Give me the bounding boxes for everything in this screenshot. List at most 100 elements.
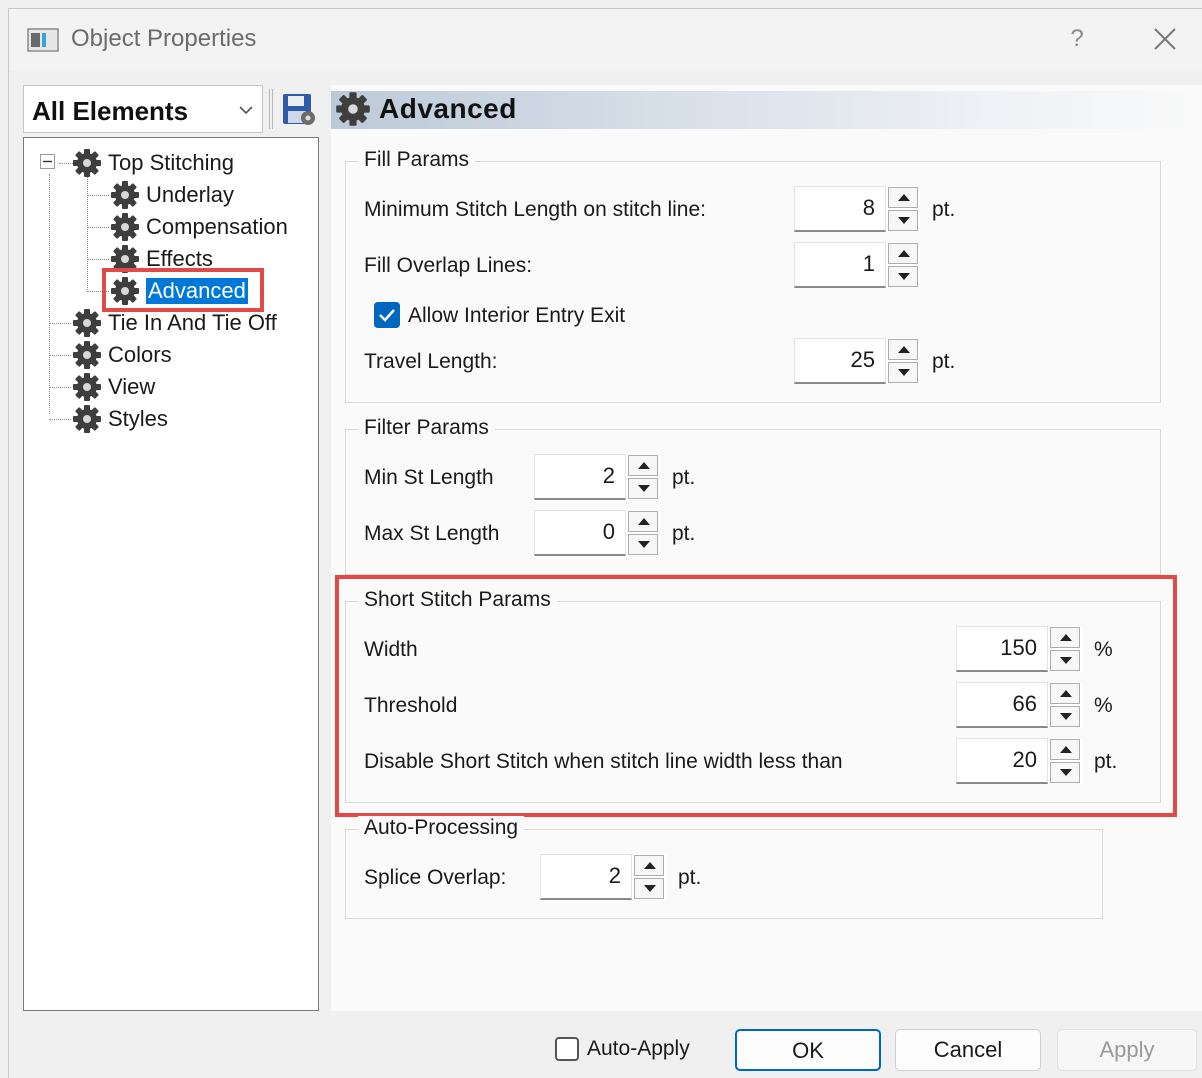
tree-connector: [49, 387, 71, 388]
min-st-length-label: Min St Length: [364, 466, 494, 489]
max-st-length-label: Max St Length: [364, 522, 500, 545]
spin-down-button[interactable]: [628, 478, 658, 499]
gear-icon: [336, 92, 370, 126]
spin-up-button[interactable]: [888, 243, 918, 264]
tree-connector: [49, 174, 50, 414]
save-style-icon[interactable]: [281, 91, 317, 127]
spin-up-button[interactable]: [634, 855, 664, 876]
splice-overlap-input[interactable]: 2: [540, 854, 632, 900]
tree-item-label: View: [108, 374, 156, 399]
spin-down-button[interactable]: [888, 210, 918, 231]
max-st-length-input[interactable]: 0: [534, 510, 626, 556]
tree-connector: [87, 259, 109, 260]
gear-icon: [111, 213, 139, 241]
fill-overlap-lines-spinner[interactable]: 1: [794, 242, 920, 288]
auto-apply-checkbox[interactable]: [555, 1037, 579, 1061]
min-st-length-spinner[interactable]: 2: [534, 454, 660, 500]
tree-item-compensation[interactable]: Compensation: [110, 211, 288, 243]
spinner-buttons: [886, 338, 920, 384]
travel-length-input[interactable]: 25: [794, 338, 886, 384]
group-title: Auto-Processing: [358, 816, 525, 840]
gear-icon: [73, 405, 101, 433]
properties-panel: Advanced Fill Params Minimum Stitch Leng…: [331, 85, 1202, 1011]
toolbar-separator: [269, 89, 273, 129]
spin-down-button[interactable]: [628, 534, 658, 555]
splice-overlap-spinner[interactable]: 2: [540, 854, 666, 900]
properties-tree[interactable]: Top Stitching Underlay Compensation Effe…: [23, 137, 319, 1011]
element-filter-value: All Elements: [32, 96, 189, 126]
window-title: Object Properties: [71, 25, 257, 52]
tree-connector: [49, 419, 71, 420]
object-properties-dialog: Object Properties ? All Elements Top Sti…: [8, 8, 1202, 1078]
max-st-length-spinner[interactable]: 0: [534, 510, 660, 556]
travel-length-label: Travel Length:: [364, 350, 498, 373]
spinner-buttons: [632, 854, 666, 900]
group-title: Filter Params: [358, 416, 495, 440]
auto-apply-label[interactable]: Auto-Apply: [587, 1037, 690, 1061]
fill-params-group: Fill Params Minimum Stitch Length on sti…: [345, 148, 1161, 403]
panel-header: Advanced: [331, 91, 1202, 129]
filter-params-group: Filter Params Min St Length 2 pt. Max St…: [345, 416, 1161, 575]
min-stitch-length-input[interactable]: 8: [794, 186, 886, 232]
ok-button[interactable]: OK: [735, 1029, 881, 1071]
tree-item-underlay[interactable]: Underlay: [110, 179, 234, 211]
spin-up-button[interactable]: [888, 187, 918, 208]
tree-connector: [49, 355, 71, 356]
gear-icon: [73, 373, 101, 401]
spin-down-button[interactable]: [634, 878, 664, 899]
chevron-down-icon: [239, 106, 253, 115]
title-bar: Object Properties ?: [9, 9, 1202, 71]
unit-label: pt.: [678, 866, 702, 889]
highlight-box-advanced: [102, 268, 264, 312]
tree-connector: [87, 174, 88, 290]
help-button[interactable]: ?: [1049, 19, 1105, 59]
collapse-icon[interactable]: [40, 154, 58, 172]
travel-length-spinner[interactable]: 25: [794, 338, 920, 384]
allow-interior-entry-label[interactable]: Allow Interior Entry Exit: [408, 304, 625, 328]
fill-overlap-lines-label: Fill Overlap Lines:: [364, 254, 533, 277]
tree-item-label: Top Stitching: [108, 150, 234, 175]
tree-item-label: Underlay: [146, 182, 235, 207]
tree-item-top-stitching[interactable]: Top Stitching: [72, 147, 234, 179]
fill-overlap-lines-input[interactable]: 1: [794, 242, 886, 288]
tree-item-styles[interactable]: Styles: [72, 403, 168, 435]
spin-up-button[interactable]: [628, 511, 658, 532]
spin-up-button[interactable]: [888, 339, 918, 360]
tree-item-label: Tie In And Tie Off: [108, 310, 277, 335]
spinner-buttons: [626, 454, 660, 500]
tree-item-label: Colors: [108, 342, 172, 367]
gear-icon: [111, 181, 139, 209]
spin-down-button[interactable]: [888, 266, 918, 287]
min-stitch-length-label: Minimum Stitch Length on stitch line:: [364, 198, 706, 221]
highlight-box-short-stitch: [335, 575, 1177, 817]
app-window-icon: [27, 28, 59, 52]
splice-overlap-label: Splice Overlap:: [364, 866, 507, 889]
group-title: Fill Params: [358, 148, 476, 172]
gear-icon: [73, 341, 101, 369]
tree-item-view[interactable]: View: [72, 371, 155, 403]
gear-icon: [73, 149, 101, 177]
min-stitch-length-spinner[interactable]: 8: [794, 186, 920, 232]
cancel-button[interactable]: Cancel: [895, 1029, 1041, 1071]
min-st-length-input[interactable]: 2: [534, 454, 626, 500]
apply-button[interactable]: Apply: [1057, 1029, 1197, 1071]
spinner-buttons: [886, 186, 920, 232]
panel-title: Advanced: [379, 93, 517, 124]
gear-icon: [73, 309, 101, 337]
spin-down-button[interactable]: [888, 362, 918, 383]
tree-item-colors[interactable]: Colors: [72, 339, 172, 371]
unit-label: pt.: [672, 522, 696, 545]
tree-item-label: Compensation: [146, 214, 288, 239]
tree-connector: [59, 163, 73, 164]
spin-up-button[interactable]: [628, 455, 658, 476]
tree-connector: [87, 227, 109, 228]
tree-item-label: Styles: [108, 406, 168, 431]
element-filter-dropdown[interactable]: All Elements: [23, 85, 263, 133]
close-icon[interactable]: [1137, 19, 1193, 59]
unit-label: pt.: [932, 350, 956, 373]
spinner-buttons: [886, 242, 920, 288]
allow-interior-entry-checkbox[interactable]: [374, 302, 400, 328]
tree-connector: [87, 195, 109, 196]
tree-connector: [49, 323, 71, 324]
spinner-buttons: [626, 510, 660, 556]
